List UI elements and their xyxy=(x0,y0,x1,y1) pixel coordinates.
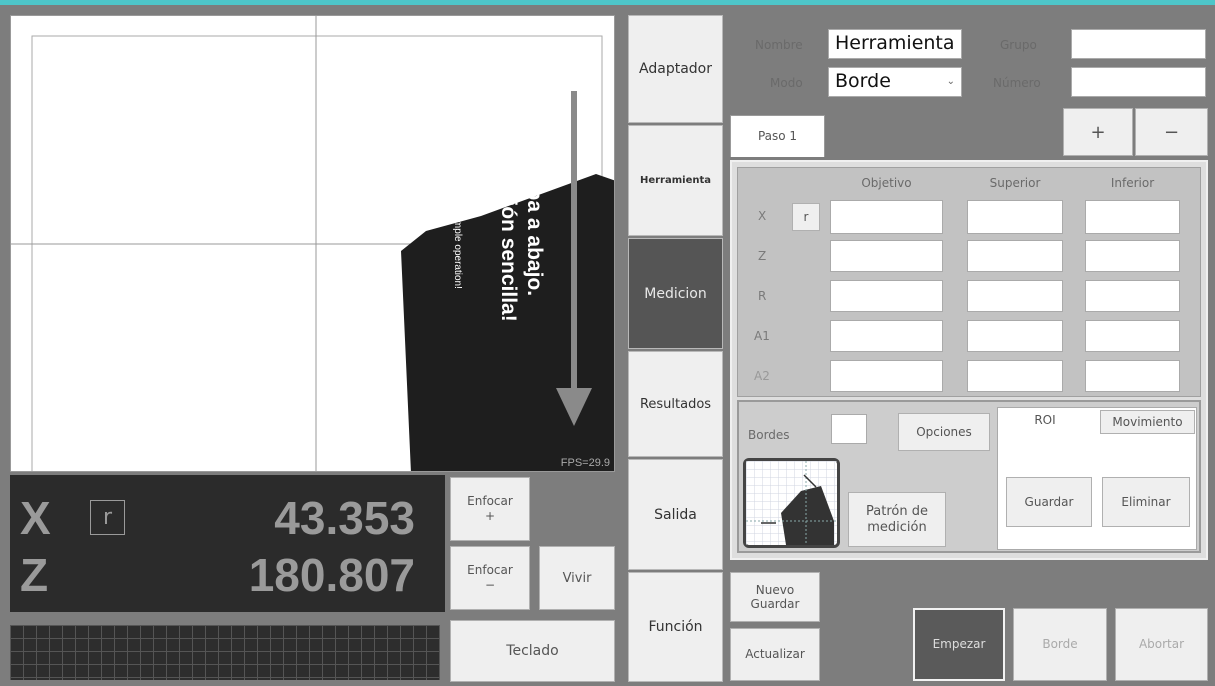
tab-adapter[interactable]: Adaptador xyxy=(628,15,723,123)
fps-indicator: FPS=29.9 xyxy=(560,457,610,469)
overlay-subtitle: From top to bottom. Simple operation! xyxy=(452,121,463,289)
options-button[interactable]: Opciones xyxy=(898,413,990,451)
live-button[interactable]: Vivir xyxy=(539,546,615,610)
remove-step-button[interactable]: − xyxy=(1135,108,1208,156)
tab-output[interactable]: Salida xyxy=(628,459,723,570)
group-field[interactable] xyxy=(1071,29,1206,59)
tab-results[interactable]: Resultados xyxy=(628,351,723,457)
movement-button[interactable]: Movimiento xyxy=(1100,410,1195,434)
mode-label: Modo xyxy=(770,76,803,90)
focus-plus-button[interactable]: Enfocar + xyxy=(450,477,530,541)
add-step-button[interactable]: + xyxy=(1063,108,1133,156)
column-header-upper: Superior xyxy=(989,176,1041,190)
edges-label: Bordes xyxy=(748,428,790,442)
r-upper-field[interactable] xyxy=(967,280,1063,312)
status-grid-strip xyxy=(10,625,440,680)
roi-delete-button[interactable]: Eliminar xyxy=(1102,477,1190,527)
x-upper-field[interactable] xyxy=(967,200,1063,234)
x-axis-label: X xyxy=(20,492,51,544)
roi-label: ROI xyxy=(1034,413,1056,427)
row-label-z: Z xyxy=(758,249,767,263)
x-target-field[interactable] xyxy=(830,200,943,234)
a1-upper-field[interactable] xyxy=(967,320,1063,352)
z-value: 180.807 xyxy=(248,549,415,601)
measurement-pattern-thumbnail[interactable] xyxy=(743,458,840,548)
x-value: 43.353 xyxy=(274,492,415,544)
z-axis-label: Z xyxy=(20,549,49,601)
measurement-pattern-button[interactable]: Patrón de medición xyxy=(848,492,946,547)
abort-button[interactable]: Abortar xyxy=(1115,608,1208,681)
keyboard-button[interactable]: Teclado xyxy=(450,620,615,682)
overlay-title: De arriba a abajo. ¡Operación sencilla! xyxy=(495,121,547,421)
overlay-title-line1: De arriba a abajo. xyxy=(523,121,546,297)
tab-measurement[interactable]: Medicion xyxy=(628,238,723,349)
a1-lower-field[interactable] xyxy=(1085,320,1180,352)
title-accent-bar xyxy=(0,0,1215,5)
a2-upper-field[interactable] xyxy=(967,360,1063,392)
tab-tool[interactable]: Herramienta xyxy=(628,125,723,236)
group-label: Grupo xyxy=(1000,38,1037,52)
a2-lower-field[interactable] xyxy=(1085,360,1180,392)
a2-target-field[interactable] xyxy=(830,360,943,392)
start-button[interactable]: Empezar xyxy=(913,608,1005,681)
r-target-field[interactable] xyxy=(830,280,943,312)
row-label-r: R xyxy=(758,289,767,303)
column-header-lower: Inferior xyxy=(1110,176,1155,190)
row-label-x: X xyxy=(758,209,767,223)
mode-select-value: Borde xyxy=(835,70,891,92)
edges-count-field[interactable] xyxy=(831,414,867,444)
step-tab-1[interactable]: Paso 1 xyxy=(730,115,825,157)
number-label: Número xyxy=(993,76,1041,90)
column-header-target: Objetivo xyxy=(861,176,912,190)
row-label-a2: A2 xyxy=(754,369,770,383)
edge-pattern-icon xyxy=(746,461,837,545)
new-save-button[interactable]: Nuevo Guardar xyxy=(730,572,820,622)
position-readout: X r 43.353 Z 180.807 xyxy=(10,475,445,612)
z-lower-field[interactable] xyxy=(1085,240,1180,272)
radius-mode-indicator: r xyxy=(90,500,125,535)
row-label-a1: A1 xyxy=(754,329,770,343)
radius-toggle-button[interactable]: r xyxy=(792,203,820,231)
z-upper-field[interactable] xyxy=(967,240,1063,272)
x-lower-field[interactable] xyxy=(1085,200,1180,234)
mode-select[interactable]: Borde ⌄ xyxy=(828,67,962,97)
name-label: Nombre xyxy=(755,38,803,52)
camera-view[interactable]: De arriba a abajo. ¡Operación sencilla! … xyxy=(10,15,615,472)
update-button[interactable]: Actualizar xyxy=(730,628,820,681)
chevron-down-icon: ⌄ xyxy=(946,76,955,87)
edge-button[interactable]: Borde xyxy=(1013,608,1107,681)
roi-save-button[interactable]: Guardar xyxy=(1006,477,1092,527)
r-lower-field[interactable] xyxy=(1085,280,1180,312)
overlay-title-line2: ¡Operación sencilla! xyxy=(497,121,520,322)
z-target-field[interactable] xyxy=(830,240,943,272)
focus-minus-button[interactable]: Enfocar − xyxy=(450,546,530,610)
tab-function[interactable]: Función xyxy=(628,572,723,682)
number-field[interactable] xyxy=(1071,67,1206,97)
a1-target-field[interactable] xyxy=(830,320,943,352)
name-field[interactable]: Herramienta xyxy=(828,29,962,59)
